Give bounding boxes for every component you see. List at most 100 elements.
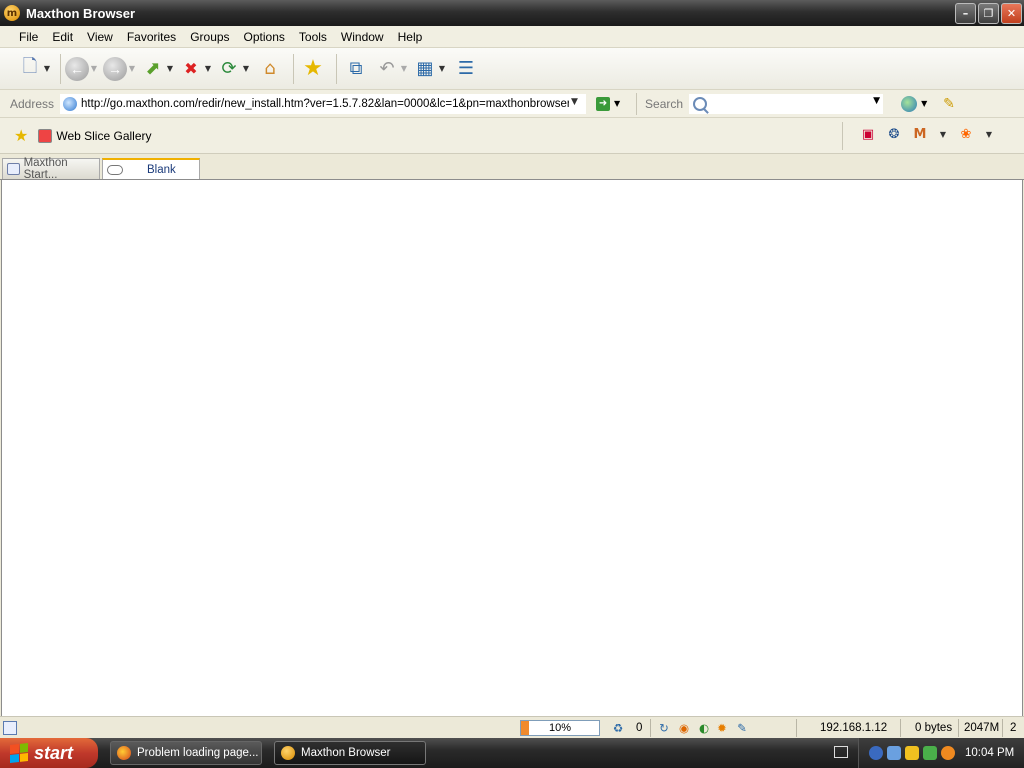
- search-tray-icon[interactable]: [941, 746, 955, 760]
- memory-usage: 2047M: [964, 722, 1000, 734]
- sidebar-icon: ☰: [457, 58, 475, 79]
- open-window-button[interactable]: ⧉: [341, 53, 371, 85]
- keyboard-icon[interactable]: [834, 746, 848, 758]
- loading-progress: 10%: [520, 720, 600, 736]
- address-separator: [636, 92, 638, 115]
- favorite-web-slice-gallery[interactable]: Web Slice Gallery: [38, 128, 152, 143]
- search-icon: [693, 96, 708, 111]
- stop-button[interactable]: ✖ ▼: [179, 53, 213, 85]
- compass-icon[interactable]: ❂: [886, 126, 902, 142]
- chevron-down-icon[interactable]: ▼: [42, 64, 52, 73]
- main-toolbar: 🗋 ▼ ← ▼ → ▼ ⬈ ▼ ✖ ▼ ⟳ ▼ ⌂ ★ ⧉ ↶ ▼ ▦ ▼ ☰: [0, 48, 1024, 90]
- chevron-down-icon[interactable]: ▼: [921, 99, 931, 108]
- home-button[interactable]: ⌂: [255, 53, 285, 85]
- title-bar: m Maxthon Browser – ❐ ✕: [0, 0, 1024, 26]
- search-input[interactable]: ▼: [689, 93, 884, 114]
- menu-tools[interactable]: Tools: [292, 30, 334, 44]
- menu-window[interactable]: Window: [334, 30, 391, 44]
- chevron-down-icon[interactable]: ▼: [873, 96, 880, 106]
- network-icon[interactable]: [887, 746, 901, 760]
- search-label: Search: [645, 96, 684, 111]
- tab-blank[interactable]: Blank: [102, 158, 200, 179]
- shield-icon[interactable]: [905, 746, 919, 760]
- new-page-icon: 🗋: [22, 55, 38, 77]
- taskbar-item-maxthon[interactable]: Maxthon Browser: [274, 741, 426, 765]
- proxy-icon[interactable]: ◐: [696, 720, 712, 736]
- ad-hunter-icon[interactable]: ◉: [676, 720, 692, 736]
- toolbar-separator: [60, 53, 61, 84]
- up-arrow-icon: ⬈: [145, 58, 161, 79]
- globe-icon[interactable]: [901, 95, 918, 112]
- status-divider: [650, 719, 651, 737]
- messenger-icon[interactable]: [923, 746, 937, 760]
- chevron-down-icon[interactable]: ▼: [165, 64, 175, 73]
- popup-blocker-icon[interactable]: ♻: [610, 720, 626, 736]
- menu-view[interactable]: View: [80, 30, 120, 44]
- chevron-down-icon[interactable]: ▼: [938, 130, 948, 139]
- chevron-down-icon[interactable]: ▼: [203, 64, 213, 73]
- toolbar-separator: [336, 53, 337, 84]
- page-content[interactable]: [1, 180, 1023, 716]
- window-controls: – ❐ ✕: [955, 3, 1022, 24]
- taskbar: start Problem loading page... Maxthon Br…: [0, 738, 1024, 768]
- favorites-star-icon[interactable]: ★: [14, 126, 28, 145]
- taskbar-item-firefox[interactable]: Problem loading page...: [110, 741, 262, 765]
- windows-logo-icon: [10, 743, 28, 763]
- taskbar-item-label: Problem loading page...: [137, 747, 259, 759]
- chevron-down-icon[interactable]: ▼: [571, 97, 583, 107]
- refresh-button[interactable]: ⟳ ▼: [217, 53, 251, 85]
- sidebar-button[interactable]: ☰: [451, 53, 481, 85]
- menu-file[interactable]: File: [12, 30, 45, 44]
- sync-icon[interactable]: ↻: [656, 720, 672, 736]
- gmail-icon[interactable]: M: [912, 126, 928, 142]
- quick-tools-separator: [842, 122, 843, 150]
- page-icon: [7, 163, 20, 175]
- chevron-down-icon[interactable]: ▼: [984, 130, 994, 139]
- maxthon-tray-icon[interactable]: [869, 746, 883, 760]
- chevron-down-icon[interactable]: ▼: [89, 64, 99, 73]
- system-tray: 10:04 PM: [858, 738, 1024, 768]
- download-bytes: 0 bytes: [915, 722, 953, 734]
- chevron-down-icon[interactable]: ▼: [437, 64, 447, 73]
- start-button[interactable]: start: [0, 738, 98, 768]
- tab-maxthon-start[interactable]: Maxthon Start...: [2, 157, 100, 181]
- clock: 10:04 PM: [965, 747, 1015, 759]
- address-label: Address: [10, 96, 55, 111]
- status-extra: 2: [1010, 722, 1017, 734]
- chevron-down-icon[interactable]: ▼: [614, 99, 624, 108]
- new-tab-button[interactable]: 🗋 ▼: [18, 53, 52, 85]
- menu-edit[interactable]: Edit: [45, 30, 80, 44]
- back-button[interactable]: ← ▼: [65, 53, 99, 85]
- tab-label: Blank: [147, 163, 176, 176]
- plugin-icon[interactable]: ✹: [714, 720, 730, 736]
- minimize-button[interactable]: –: [955, 3, 976, 24]
- menu-options[interactable]: Options: [237, 30, 292, 44]
- restore-button[interactable]: ❐: [978, 3, 999, 24]
- undo-button[interactable]: ↶ ▼: [375, 53, 409, 85]
- favorites-button[interactable]: ★: [298, 53, 328, 85]
- menu-help[interactable]: Help: [391, 30, 430, 44]
- windows-live-icon[interactable]: ❀: [958, 126, 974, 142]
- forward-button[interactable]: → ▼: [103, 53, 137, 85]
- status-divider: [796, 719, 797, 737]
- screen-capture-icon[interactable]: ✎: [734, 720, 750, 736]
- undo-icon: ↶: [379, 58, 395, 79]
- menu-groups[interactable]: Groups: [183, 30, 236, 44]
- layout-button[interactable]: ▦ ▼: [413, 53, 447, 85]
- screenshot-icon[interactable]: ▣: [860, 126, 876, 142]
- close-button[interactable]: ✕: [1001, 3, 1022, 24]
- up-button[interactable]: ⬈ ▼: [141, 53, 175, 85]
- go-button[interactable]: ➜: [596, 96, 611, 111]
- address-input[interactable]: http://go.maxthon.com/redir/new_install.…: [60, 93, 587, 114]
- star-icon: ★: [303, 56, 323, 81]
- chevron-down-icon[interactable]: ▼: [127, 64, 137, 73]
- start-label: start: [34, 742, 74, 763]
- highlight-pen-icon[interactable]: ✎: [943, 96, 955, 112]
- tab-label: Maxthon Start...: [23, 157, 68, 181]
- chevron-down-icon[interactable]: ▼: [399, 64, 409, 73]
- blocked-count: 0: [636, 722, 643, 734]
- window-title: Maxthon Browser: [26, 5, 136, 21]
- menu-favorites[interactable]: Favorites: [120, 30, 183, 44]
- address-url[interactable]: http://go.maxthon.com/redir/new_install.…: [81, 98, 569, 110]
- chevron-down-icon[interactable]: ▼: [241, 64, 251, 73]
